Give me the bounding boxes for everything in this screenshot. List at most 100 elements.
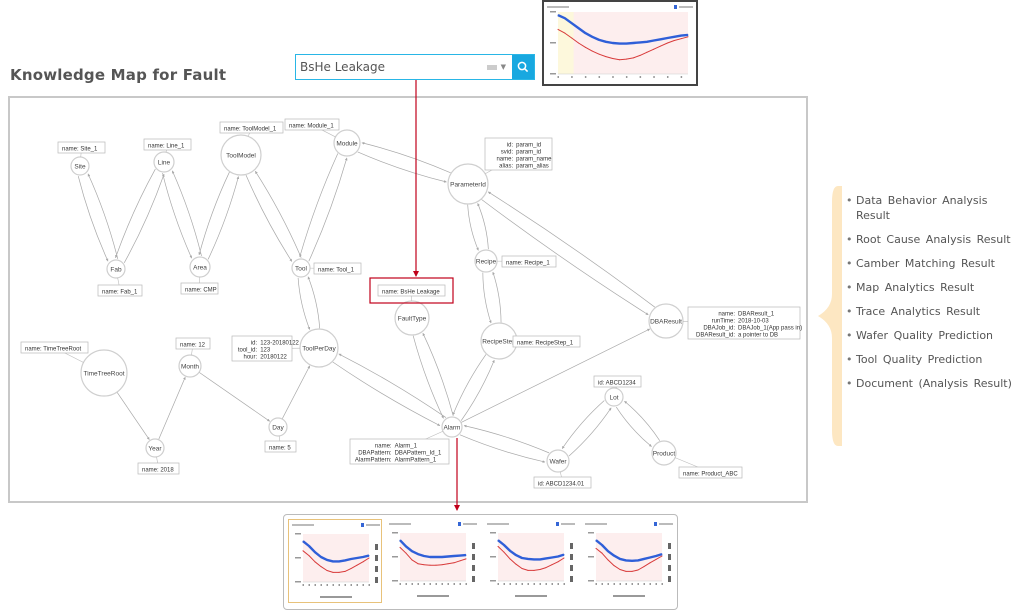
node-product[interactable]: Product (651, 440, 677, 466)
point-lower (362, 561, 364, 563)
result-item[interactable]: Camber Matching Result (846, 256, 1016, 271)
alarm-chart-card[interactable] (386, 519, 480, 603)
alarm-chart (389, 522, 477, 597)
node-recipe[interactable]: Recipe (474, 249, 498, 273)
chart-tool-icon[interactable] (668, 576, 671, 582)
node-alarm[interactable]: Alarm (441, 416, 463, 438)
x-tick-label (350, 584, 352, 586)
node-tool-model[interactable]: ToolModel (220, 134, 262, 176)
property-value: 123-20180122 (260, 341, 299, 347)
chart-tool-icon[interactable] (472, 554, 475, 560)
node-lot[interactable]: Lot (604, 387, 624, 407)
node-month[interactable]: Month (178, 354, 202, 378)
chart-tool-icon[interactable] (375, 566, 378, 572)
chart-tool-icon[interactable] (375, 577, 378, 583)
point-upper (631, 560, 633, 562)
point-lower (563, 557, 565, 559)
result-item[interactable]: Document (Analysis Result) (846, 376, 1016, 391)
result-item[interactable]: Data Behavior Analysis Result (846, 193, 1016, 223)
x-tick-label (625, 583, 627, 585)
property-value: param_name (516, 157, 552, 163)
chart-tool-icon[interactable] (472, 565, 475, 571)
chart-tool-icon[interactable] (570, 543, 573, 549)
node-label: FaultType (398, 315, 427, 322)
point-upper (545, 557, 547, 559)
chart-title (487, 523, 509, 525)
point-lower (411, 559, 413, 561)
property-text: id: ABCD1234.01 (538, 482, 585, 488)
result-item[interactable]: Root Cause Analysis Result (846, 232, 1016, 247)
chart-tool-icon[interactable] (375, 544, 378, 550)
edge-alarm-to-fault-type (422, 332, 454, 416)
x-tick-label (344, 584, 346, 586)
node-label: Tool (295, 265, 307, 272)
point-upper (613, 555, 615, 557)
edge-wafer-to-alarm (463, 424, 550, 454)
node-line[interactable]: Line (153, 151, 175, 173)
chart-tool-icon[interactable] (668, 565, 671, 571)
node-tool[interactable]: Tool (291, 258, 311, 278)
property-text: name: Module_1 (289, 124, 334, 130)
chart-tool-icon[interactable] (570, 576, 573, 582)
chart-title (585, 523, 607, 525)
property-key: alias: (499, 164, 513, 170)
node-site[interactable]: Site (70, 156, 90, 176)
node-label: Alarm (444, 424, 461, 431)
x-tick-label (637, 583, 639, 585)
y-tick-label (588, 580, 594, 582)
chart-tool-icon[interactable] (668, 543, 671, 549)
node-recipe-step[interactable]: RecipeStep (480, 322, 518, 360)
alarm-chart-card[interactable] (288, 519, 382, 603)
property-connector (191, 348, 193, 356)
node-fab[interactable]: Fab (106, 259, 126, 279)
result-item[interactable]: Tool Quality Prediction (846, 352, 1016, 367)
result-item[interactable]: Map Analytics Result (846, 280, 1016, 295)
edge-parameter-id-to-module (361, 142, 451, 174)
chart-tool-icon[interactable] (668, 554, 671, 560)
chart-tool-icon[interactable] (472, 576, 475, 582)
node-parameter-id[interactable]: ParameterId (447, 163, 489, 205)
y-tick-label (490, 580, 496, 582)
point-lower (637, 569, 639, 571)
x-tick-label (655, 583, 657, 585)
node-day[interactable]: Day (268, 417, 288, 437)
point-upper (302, 540, 304, 542)
point-lower (332, 571, 334, 573)
point-upper (539, 558, 541, 560)
point-upper (326, 559, 328, 561)
node-area[interactable]: Area (189, 256, 211, 278)
result-item[interactable]: Trace Analytics Result (846, 304, 1016, 319)
property-key: hour: (244, 355, 258, 361)
chart-tool-icon[interactable] (472, 543, 475, 549)
chart-tool-icon[interactable] (375, 555, 378, 561)
point-lower (601, 552, 603, 554)
x-tick-label (429, 583, 431, 585)
point-lower (441, 564, 443, 566)
node-module[interactable]: Module (333, 129, 361, 157)
edge-year-to-month (158, 376, 186, 440)
edge-month-to-day (198, 371, 270, 422)
property-box-day: name: 5 (264, 435, 297, 453)
chart-tool-icon[interactable] (570, 554, 573, 560)
edge-site-to-fab (77, 176, 109, 262)
chart-tool-icon[interactable] (570, 565, 573, 571)
node-time-tree-root[interactable]: TimeTreeRoot (80, 349, 128, 397)
node-dbaresult[interactable]: DBAResult (648, 303, 684, 339)
node-fault-type[interactable]: FaultType (394, 300, 430, 336)
node-year[interactable]: Year (145, 438, 165, 458)
property-key: AlarmPattern: (355, 458, 392, 464)
node-tool-per-day[interactable]: ToolPerDay (299, 328, 339, 368)
node-wafer[interactable]: Wafer (546, 449, 570, 473)
x-tick-label (332, 584, 334, 586)
x-tick-label (515, 583, 517, 585)
property-value: Alarm_1 (395, 444, 418, 450)
alarm-chart-card[interactable] (582, 519, 676, 603)
result-item[interactable]: Wafer Quality Prediction (846, 328, 1016, 343)
point-lower (417, 563, 419, 565)
point-lower (533, 569, 535, 571)
x-tick-label (539, 583, 541, 585)
alarm-chart-card[interactable] (484, 519, 578, 603)
property-box-tool-per-day: id: 123-20180122tool_id: 123hour: 20180122 (231, 335, 301, 362)
property-connector (117, 277, 120, 286)
point-lower (649, 562, 651, 564)
